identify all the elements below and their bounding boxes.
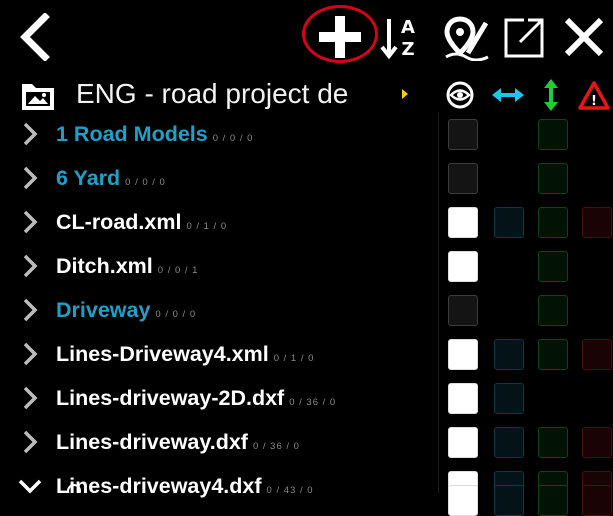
item-counts: 0 / 0 / 0 [125,177,166,188]
visible-checkbox[interactable] [448,163,478,194]
visible-checkbox[interactable] [448,383,478,414]
vertical-cell[interactable] [538,427,568,458]
list-item-label: Lines-Driveway4.xml 0 / 1 / 0 [56,332,314,376]
item-name: Lines-driveway-2D.dxf [56,386,285,410]
partial-row-checkbox[interactable] [448,485,478,516]
horizontal-cell[interactable] [494,339,524,370]
chevron-right-icon[interactable] [18,298,42,322]
list-item[interactable]: Lines-driveway-2D.dxf 0 / 36 / 0 [0,376,440,420]
external-window-icon [504,16,546,58]
chevron-right-icon[interactable] [18,342,42,366]
item-counts: 0 / 0 / 1 [157,265,199,276]
visible-checkbox[interactable] [448,295,478,326]
chevron-right-icon[interactable] [18,122,42,146]
vertical-arrows-icon [544,79,558,111]
list-item-label: Lines-driveway4.dxf 0 / 43 / 0 [56,464,314,508]
project-title[interactable]: ENG - road project de [76,76,408,112]
chevron-right-icon[interactable] [18,210,42,234]
item-counts: 0 / 43 / 0 [266,485,314,496]
partial-row-cyan-cell[interactable] [494,485,524,516]
list-item[interactable]: Ditch.xml 0 / 0 / 1 [0,244,440,288]
warning-cell[interactable] [582,427,612,458]
list-item-label: Lines-driveway-2D.dxf 0 / 36 / 0 [56,376,336,420]
partial-row-icon [67,484,81,493]
vertical-cell[interactable] [538,207,568,238]
item-name: 1 Road Models [56,122,208,146]
overflow-indicator [402,89,408,99]
vertical-cell[interactable] [538,163,568,194]
project-title-text: ENG - road project de [76,78,349,109]
visible-checkbox[interactable] [448,251,478,282]
item-counts: 0 / 0 / 0 [212,133,254,144]
visible-checkbox[interactable] [448,339,478,370]
warning-column-header[interactable]: ! [578,78,613,112]
close-icon [564,17,604,57]
chevron-right-icon[interactable] [18,166,42,190]
vertical-cell[interactable] [538,295,568,326]
partial-row-green-cell[interactable] [538,485,568,516]
close-button[interactable] [560,8,608,66]
visible-checkbox[interactable] [448,207,478,238]
list-item[interactable]: 1 Road Models 0 / 0 / 0 [0,112,440,156]
list-item[interactable]: Lines-Driveway4.xml 0 / 1 / 0 [0,332,440,376]
horizontal-cell[interactable] [494,383,524,414]
item-counts: 0 / 1 / 0 [186,221,228,232]
vertical-column-header[interactable] [538,78,564,112]
warning-icon: ! [578,81,610,110]
item-name: Lines-Driveway4.xml [56,342,269,366]
item-name: Driveway [56,298,151,322]
partial-row-red-cell[interactable] [582,485,612,516]
chevron-right-icon[interactable] [18,254,42,278]
sort-button[interactable]: A Z [378,8,420,66]
list-item[interactable]: 6 Yard 0 / 0 / 0 [0,156,440,200]
warning-cell[interactable] [582,207,612,238]
warning-cell[interactable] [582,339,612,370]
list-item-label: 6 Yard 0 / 0 / 0 [56,156,166,200]
horizontal-arrows-icon [492,88,524,102]
horizontal-cell[interactable] [494,207,524,238]
back-icon [20,13,50,61]
image-folder-icon [22,84,54,110]
item-name: Ditch.xml [56,254,153,278]
svg-text:!: ! [591,94,597,109]
list-item[interactable]: Lines-driveway.dxf 0 / 36 / 0 [0,420,440,464]
eye-icon [446,81,474,109]
vertical-cell[interactable] [538,119,568,150]
map-edit-button[interactable] [444,8,492,66]
list-item-label: 1 Road Models 0 / 0 / 0 [56,112,253,156]
list-item-label: CL-road.xml 0 / 1 / 0 [56,200,227,244]
horizontal-cell[interactable] [494,427,524,458]
open-external-button[interactable] [502,8,548,66]
list-item[interactable]: Driveway 0 / 0 / 0 [0,288,440,332]
visible-checkbox[interactable] [448,427,478,458]
item-name: CL-road.xml [56,210,182,234]
vertical-cell[interactable] [538,339,568,370]
item-counts: 0 / 1 / 0 [273,353,315,364]
visibility-column-header[interactable] [444,78,476,112]
back-button[interactable] [14,8,54,66]
list-item-label: Lines-driveway.dxf 0 / 36 / 0 [56,420,300,464]
chevron-right-icon[interactable] [18,386,42,410]
add-button-highlight [302,5,378,63]
vertical-cell[interactable] [538,251,568,282]
svg-text:Z: Z [401,39,414,60]
svg-text:A: A [401,17,415,38]
list-item[interactable]: CL-road.xml 0 / 1 / 0 [0,200,440,244]
item-name: Lines-driveway.dxf [56,430,248,454]
list-item-label: Ditch.xml 0 / 0 / 1 [56,244,198,288]
item-counts: 0 / 36 / 0 [252,441,300,452]
list-item-label: Driveway 0 / 0 / 0 [56,288,196,332]
item-counts: 0 / 0 / 0 [155,309,197,320]
item-name: 6 Yard [56,166,121,190]
sort-az-icon: A Z [380,17,415,60]
map-pin-edit-icon [444,16,489,61]
visible-checkbox[interactable] [448,119,478,150]
item-counts: 0 / 36 / 0 [289,397,337,408]
chevron-right-icon[interactable] [18,430,42,454]
horizontal-column-header[interactable] [490,78,526,112]
